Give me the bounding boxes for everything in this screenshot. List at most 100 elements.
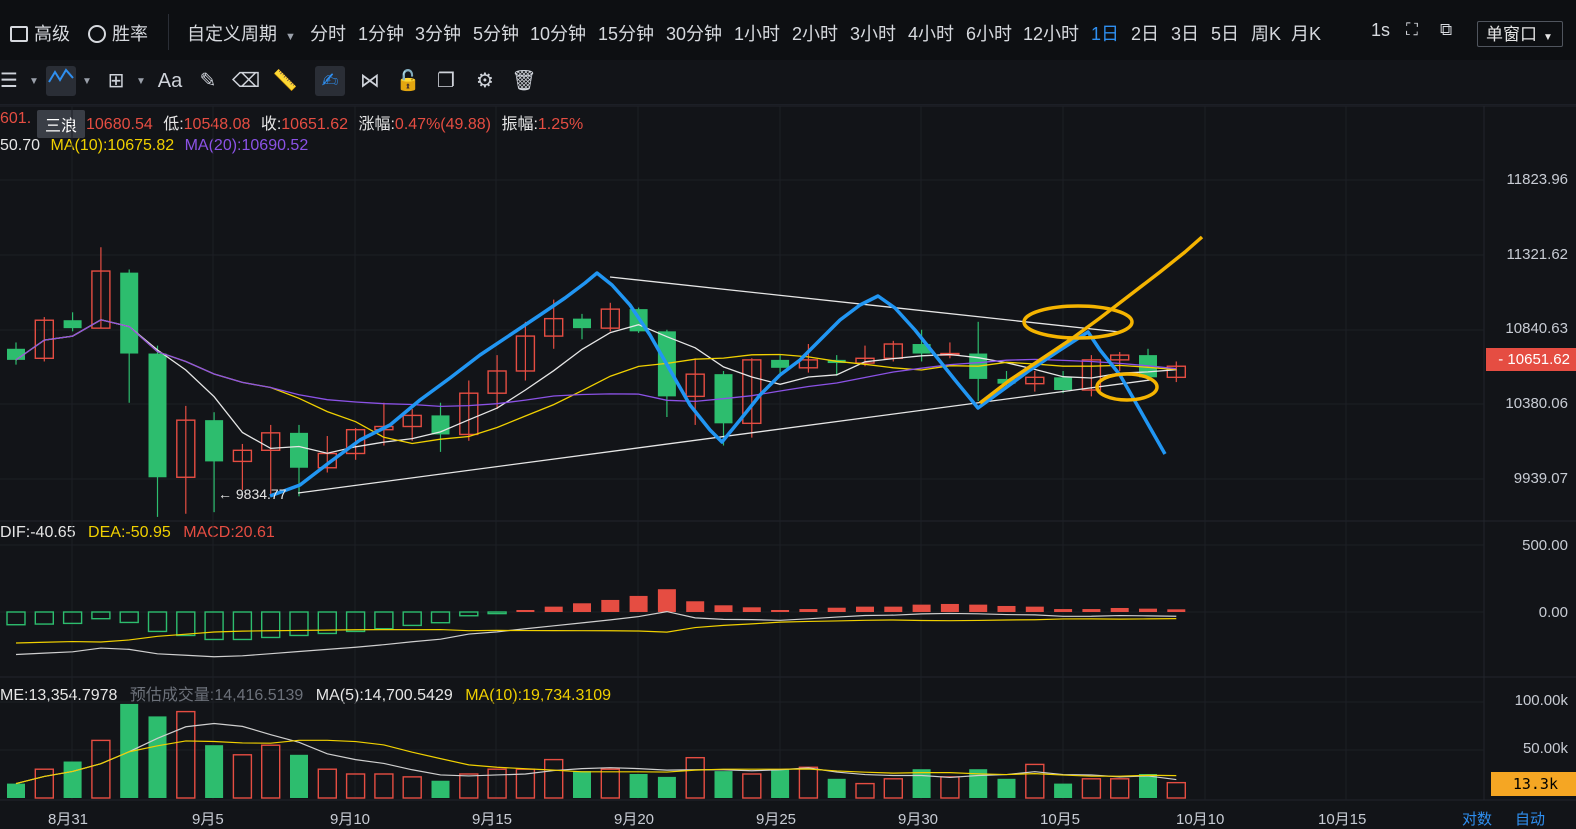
volume-bar [176,710,196,799]
volume-bar [515,768,536,799]
period-tab[interactable]: 月K [1291,20,1321,46]
layout-icon[interactable]: ⊞ [101,66,131,96]
period-tab[interactable]: 5分钟 [473,20,519,46]
auto-scale-toggle[interactable]: 自动 [1515,808,1545,829]
x-axis-label: 9月5 [192,811,224,828]
macd-bar [573,603,591,612]
candle-body [402,414,422,428]
candle-body [1054,377,1073,391]
volume-bar [7,783,25,798]
period-tab[interactable]: 4小时 [908,20,954,46]
period-tab[interactable]: 1小时 [734,20,780,46]
period-tab[interactable]: 1日 [1091,20,1119,46]
macd-axis-label: 500.00 [1522,537,1568,554]
volume-bar [912,769,931,798]
x-axis-label: 10月10 [1176,811,1225,828]
candle-body [317,452,337,469]
volume-bar [431,780,450,798]
macd-bar [657,589,676,612]
period-tab[interactable]: 3分钟 [415,20,461,46]
volume-bar [345,773,366,799]
period-tab[interactable]: 10分钟 [530,20,586,46]
period-tab[interactable]: 30分钟 [666,20,722,46]
ma-lines [15,319,1177,454]
macd-bar [91,611,111,620]
fullscreen-icon[interactable]: ⛶ [1406,20,1418,40]
x-axis-label: 9月25 [756,811,797,828]
period-tab[interactable]: 3小时 [850,20,896,46]
period-tab[interactable]: 12小时 [1023,20,1079,46]
delete-icon[interactable]: 🗑 [509,66,539,96]
open-value: 601. [0,110,32,127]
macd-bar [686,601,705,612]
low-marker: ← 9834.77 [218,486,287,502]
highlight-ellipse [1095,372,1159,402]
pattern-icon[interactable]: ⋈ [355,66,385,96]
candle-body [1109,354,1130,361]
period-tab[interactable]: 1分钟 [358,20,404,46]
chevron-down-icon: ▼ [29,76,39,87]
volume-bar [374,773,394,799]
period-tab[interactable]: 2日 [1131,20,1159,46]
macd-bar [289,611,309,637]
period-tab[interactable]: 6小时 [966,20,1012,46]
volume-bar [91,739,111,799]
candle-body [629,309,648,332]
period-tab[interactable]: 15分钟 [598,20,654,46]
volume-bar [742,773,762,799]
macd-bar [1167,609,1186,612]
macd-bar [34,611,54,625]
ma5-line [15,319,1177,454]
settings-icon[interactable]: ⚙ [470,66,500,96]
volume-bar [459,773,479,799]
period-tab[interactable]: 分时 [310,20,346,46]
wave-tooltip: 三浪 [37,110,86,138]
menu-icon[interactable]: ☰ [0,66,24,96]
macd-bar [771,609,790,612]
price-axis-label: 11823.96 [1506,171,1568,188]
wave-tool-icon[interactable] [46,66,76,96]
candle-body [600,308,620,329]
chevron-down-icon: ▼ [82,76,92,87]
macd-bar [232,611,253,641]
candle-body [345,428,366,455]
winrate-button[interactable]: 胜率 [88,20,148,46]
period-tab[interactable]: 2小时 [792,20,838,46]
volume-value: ME:13,354.7978 [0,687,118,704]
price-info-row: 601. [0,110,31,128]
macd-bar [601,599,620,612]
text-icon[interactable]: Aa [155,66,185,96]
candle-body [1166,365,1187,379]
screenshot-icon[interactable]: ⧉ [1440,20,1452,40]
volume-bar [600,768,620,799]
macd-bar [799,609,818,612]
copy-icon[interactable]: ❐ [431,66,461,96]
price-axis-label: 11321.62 [1506,246,1568,263]
volume-bar [629,774,648,798]
low-value: 10548.08 [183,116,251,133]
winrate-icon [88,25,106,43]
eraser-icon[interactable]: ⌫ [231,66,261,96]
period-tab[interactable]: 3日 [1171,20,1199,46]
log-scale-toggle[interactable]: 对数 [1462,808,1492,829]
window-mode-select[interactable]: 单窗口 ▼ [1477,21,1563,47]
candle-body [232,449,253,463]
custom-period-dropdown[interactable]: 自定义周期 ▼ [187,20,296,46]
candle-body [1025,376,1045,385]
draw-mode-icon[interactable]: ✍ [315,66,345,96]
breakout-drawing [978,235,1204,405]
macd-bar [487,611,507,615]
candle-body [714,374,733,424]
candle-body [742,359,762,425]
price-axis-label: 10380.06 [1505,395,1568,412]
advanced-button[interactable]: 高级 [10,20,70,46]
ma5-value: 50.70 [0,137,41,154]
refresh-interval[interactable]: 1s [1371,20,1390,41]
volume-bar [771,769,790,798]
ruler-icon[interactable]: 📏 [270,66,300,96]
period-tab[interactable]: 5日 [1211,20,1239,46]
macd-bar [430,611,451,624]
lock-icon[interactable]: 🔓 [393,66,423,96]
period-tab[interactable]: 周K [1251,20,1281,46]
brush-icon[interactable]: ✎ [193,66,223,96]
